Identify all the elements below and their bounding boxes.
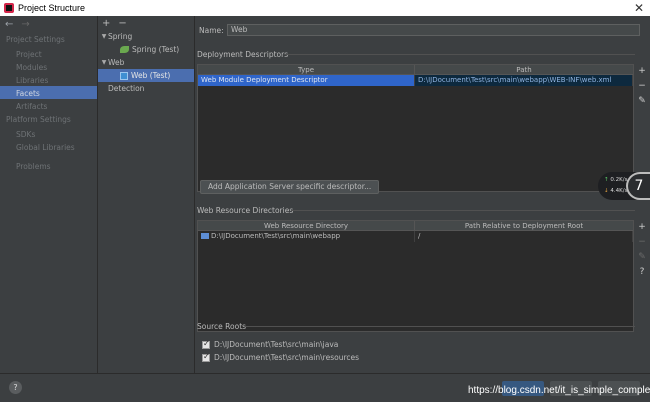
deployment-descriptors-title: Deployment Descriptors bbox=[197, 50, 289, 59]
column-header-directory[interactable]: Web Resource Directory bbox=[198, 221, 415, 230]
speed-gauge: 7 bbox=[626, 172, 650, 200]
spring-leaf-icon bbox=[120, 46, 129, 53]
download-speed: ↓ 4.4K/s bbox=[604, 188, 628, 194]
add-server-descriptor-button[interactable]: Add Application Server specific descript… bbox=[200, 180, 380, 194]
sidebar-item-facets[interactable]: Facets bbox=[0, 86, 97, 99]
folder-icon bbox=[201, 233, 209, 239]
tree-item-detection[interactable]: Detection bbox=[98, 82, 194, 95]
sidebar-item-global-libraries[interactable]: Global Libraries bbox=[0, 140, 97, 153]
column-header-relative-path[interactable]: Path Relative to Deployment Root bbox=[415, 221, 633, 230]
descriptor-path-cell: D:\IJDocument\Test\src\main\webapp\WEB-I… bbox=[415, 75, 633, 86]
sidebar-item-problems[interactable]: Problems bbox=[0, 159, 97, 172]
deployment-descriptors-table: Type Path Web Module Deployment Descript… bbox=[197, 64, 634, 192]
expand-arrow-icon[interactable]: ▼ bbox=[100, 33, 108, 40]
section-divider bbox=[245, 326, 635, 327]
sidebar-item-sdks[interactable]: SDKs bbox=[0, 127, 97, 140]
tree-item-spring-test[interactable]: Spring (Test) bbox=[98, 43, 194, 56]
remove-icon[interactable]: − bbox=[638, 237, 646, 247]
tree-item-label: Detection bbox=[108, 84, 145, 93]
window-title: Project Structure bbox=[18, 3, 86, 13]
intellij-app-icon bbox=[4, 3, 14, 13]
network-speed-widget: ↑ 0.2K/s ↓ 4.4K/s 7 bbox=[598, 172, 650, 200]
section-divider bbox=[291, 210, 635, 211]
facet-tree-panel: + − ▼ Spring Spring (Test) ▼ Web Web (Te… bbox=[98, 16, 195, 373]
web-resource-title: Web Resource Directories bbox=[197, 206, 294, 215]
column-header-type[interactable]: Type bbox=[198, 65, 415, 74]
expand-arrow-icon[interactable]: ▼ bbox=[100, 59, 108, 66]
tree-item-label: Spring (Test) bbox=[132, 45, 180, 54]
descriptor-tools: + − ✎ bbox=[636, 66, 648, 106]
section-divider bbox=[285, 54, 635, 55]
web-resource-table: Web Resource Directory Path Relative to … bbox=[197, 220, 634, 332]
remove-facet-icon[interactable]: − bbox=[118, 18, 126, 29]
nav-toolbar: ← → bbox=[0, 16, 97, 32]
relative-path-cell: / bbox=[415, 231, 633, 242]
close-icon[interactable]: ✕ bbox=[634, 1, 644, 15]
add-facet-icon[interactable]: + bbox=[102, 18, 110, 29]
column-header-path[interactable]: Path bbox=[415, 65, 633, 74]
platform-settings-header: Platform Settings bbox=[6, 115, 71, 124]
web-module-icon bbox=[120, 71, 128, 80]
remove-icon[interactable]: − bbox=[638, 81, 646, 91]
resource-tools: + − ✎ ? bbox=[636, 222, 648, 277]
edit-icon[interactable]: ✎ bbox=[638, 96, 646, 106]
sidebar-item-libraries[interactable]: Libraries bbox=[0, 73, 97, 86]
back-arrow-icon[interactable]: ← bbox=[5, 19, 13, 30]
table-row[interactable]: D:\IJDocument\Test\src\main\webapp / bbox=[198, 231, 633, 242]
tree-item-web-test[interactable]: Web (Test) bbox=[98, 69, 194, 82]
facet-editor: Name: Web Deployment Descriptors Type Pa… bbox=[195, 16, 650, 373]
sidebar-item-modules[interactable]: Modules bbox=[0, 60, 97, 73]
checkbox-checked[interactable] bbox=[202, 339, 210, 349]
name-input[interactable]: Web bbox=[227, 24, 640, 36]
sidebar-item-project[interactable]: Project bbox=[0, 47, 97, 60]
source-root-java[interactable]: D:\IJDocument\Test\src\main\java bbox=[202, 339, 339, 349]
sidebar-item-artifacts[interactable]: Artifacts bbox=[0, 99, 97, 112]
help-icon[interactable]: ? bbox=[9, 381, 22, 394]
source-root-label: D:\IJDocument\Test\src\main\resources bbox=[214, 353, 360, 362]
table-header: Type Path bbox=[198, 65, 633, 75]
forward-arrow-icon[interactable]: → bbox=[21, 19, 29, 30]
tree-group-label: Spring bbox=[108, 32, 133, 41]
add-icon[interactable]: + bbox=[638, 222, 646, 232]
add-icon[interactable]: + bbox=[638, 66, 646, 76]
project-settings-header: Project Settings bbox=[6, 35, 65, 44]
descriptor-type-cell: Web Module Deployment Descriptor bbox=[198, 75, 415, 86]
upload-speed: ↑ 0.2K/s bbox=[604, 177, 628, 183]
tree-group-web[interactable]: ▼ Web bbox=[98, 56, 194, 69]
resource-dir-text: D:\IJDocument\Test\src\main\webapp bbox=[211, 232, 341, 240]
edit-icon[interactable]: ✎ bbox=[638, 252, 646, 262]
dialog-button-bar: ? https://blog.csdn.net/it_is_simple_com… bbox=[0, 373, 650, 402]
checkbox-checked[interactable] bbox=[202, 352, 210, 362]
resource-dir-cell: D:\IJDocument\Test\src\main\webapp bbox=[198, 231, 415, 242]
source-root-resources[interactable]: D:\IJDocument\Test\src\main\resources bbox=[202, 352, 360, 362]
source-root-label: D:\IJDocument\Test\src\main\java bbox=[214, 340, 339, 349]
tree-toolbar: + − bbox=[98, 16, 194, 30]
window-titlebar: Project Structure ✕ bbox=[0, 0, 650, 16]
help-icon[interactable]: ? bbox=[640, 267, 645, 277]
tree-group-spring[interactable]: ▼ Spring bbox=[98, 30, 194, 43]
table-row[interactable]: Web Module Deployment Descriptor D:\IJDo… bbox=[198, 75, 633, 86]
tree-group-label: Web bbox=[108, 58, 125, 67]
watermark-text: https://blog.csdn.net/it_is_simple_compl… bbox=[468, 385, 650, 396]
table-header: Web Resource Directory Path Relative to … bbox=[198, 221, 633, 231]
settings-sidebar: ← → Project Settings Project Modules Lib… bbox=[0, 16, 98, 373]
tree-item-label: Web (Test) bbox=[131, 71, 171, 80]
source-roots-title: Source Roots bbox=[197, 322, 247, 331]
name-row: Name: Web bbox=[199, 24, 640, 36]
name-label: Name: bbox=[199, 25, 224, 35]
